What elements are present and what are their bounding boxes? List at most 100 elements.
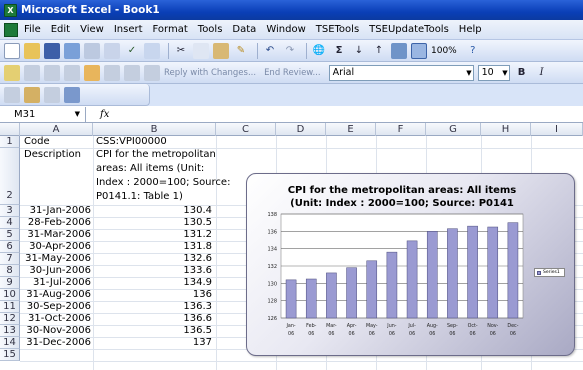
cell-date[interactable]: 31-Aug-2006 <box>21 289 91 301</box>
hyperlink-icon[interactable]: 🌐 <box>311 43 327 59</box>
cell-value[interactable]: 134.9 <box>94 277 212 289</box>
menu-edit[interactable]: Edit <box>51 24 70 35</box>
menu-help[interactable]: Help <box>459 24 482 35</box>
cell-value[interactable]: 136.5 <box>94 325 212 337</box>
cell-value[interactable]: 130.4 <box>94 205 212 217</box>
open-folder-icon[interactable] <box>24 42 40 59</box>
research-icon[interactable] <box>144 42 160 59</box>
menu-insert[interactable]: Insert <box>114 24 143 35</box>
cell-date[interactable]: 30-Jun-2006 <box>21 265 91 277</box>
row-header[interactable]: 15 <box>0 349 20 361</box>
column-header[interactable]: A <box>20 123 93 136</box>
worksheet-grid[interactable]: A B C D E F G H I 1 2 3 4 5 6 7 8 9 10 1… <box>0 123 583 370</box>
chart-wizard-icon[interactable] <box>391 42 407 59</box>
cell-date[interactable]: 28-Feb-2006 <box>21 217 91 229</box>
permission-icon[interactable] <box>64 42 80 59</box>
fill-icon[interactable] <box>24 86 40 103</box>
send-icon[interactable] <box>144 64 160 81</box>
insert-icon[interactable] <box>4 86 20 103</box>
previous-comment-icon[interactable] <box>24 64 40 81</box>
italic-button[interactable]: I <box>534 65 550 81</box>
track-changes-icon[interactable] <box>104 64 120 81</box>
end-review[interactable]: End Review... <box>264 68 321 78</box>
column-header[interactable]: E <box>326 123 376 136</box>
column-header[interactable]: D <box>276 123 326 136</box>
cell-date[interactable]: 31-Oct-2006 <box>21 313 91 325</box>
font-name-select[interactable]: Arial ▼ <box>328 64 474 81</box>
cell-value[interactable]: 131.2 <box>94 229 212 241</box>
column-header[interactable]: H <box>481 123 531 136</box>
new-file-icon[interactable] <box>4 42 20 59</box>
column-header[interactable]: I <box>531 123 583 136</box>
menu-tools[interactable]: Tools <box>198 24 223 35</box>
row-header[interactable]: 12 <box>0 313 20 325</box>
column-header[interactable]: F <box>376 123 426 136</box>
row-header[interactable]: 5 <box>0 229 20 241</box>
cell-value[interactable]: 136.3 <box>94 301 212 313</box>
redo-icon[interactable]: ↷ <box>282 43 298 59</box>
help-icon[interactable]: ? <box>465 43 481 59</box>
column-header[interactable]: C <box>216 123 276 136</box>
chart-legend[interactable]: Series1 <box>534 268 565 277</box>
format-painter-icon[interactable]: ✎ <box>233 43 249 59</box>
embedded-chart[interactable]: CPI for the metropolitan areas: All item… <box>246 173 575 356</box>
cell-date[interactable]: 30-Sep-2006 <box>21 301 91 313</box>
cell-a2[interactable]: Description <box>24 149 81 161</box>
column-header[interactable]: G <box>426 123 481 136</box>
cell-value[interactable]: 136 <box>94 289 212 301</box>
cell-date[interactable]: 31-Dec-2006 <box>21 337 91 349</box>
drawing-icon[interactable] <box>411 42 427 59</box>
menu-data[interactable]: Data <box>232 24 256 35</box>
row-header[interactable]: 6 <box>0 241 20 253</box>
row-header[interactable]: 2 <box>0 148 20 205</box>
row-header[interactable]: 1 <box>0 136 20 148</box>
row-header[interactable]: 13 <box>0 325 20 337</box>
copy-icon[interactable] <box>193 42 209 59</box>
name-box[interactable]: M31 ▼ <box>0 106 86 122</box>
menu-tseupdatetools[interactable]: TSEUpdateTools <box>369 24 449 35</box>
print-preview-icon[interactable] <box>104 42 120 59</box>
row-header[interactable]: 10 <box>0 289 20 301</box>
menu-file[interactable]: File <box>24 24 41 35</box>
cell-a1[interactable]: Code <box>24 136 50 148</box>
bold-button[interactable]: B <box>514 65 530 81</box>
select-all-corner[interactable] <box>0 123 20 136</box>
cell-date[interactable]: 30-Apr-2006 <box>21 241 91 253</box>
cell-date[interactable]: 31-May-2006 <box>21 253 91 265</box>
cell-date[interactable]: 31-Mar-2006 <box>21 229 91 241</box>
macro-icon[interactable] <box>64 86 80 103</box>
cell-b2[interactable]: CPI for the metropolitan areas: All item… <box>96 148 230 204</box>
cell-value[interactable]: 136.6 <box>94 313 212 325</box>
menu-format[interactable]: Format <box>153 24 188 35</box>
sort-ascending-icon[interactable]: ↓ <box>351 43 367 59</box>
cut-icon[interactable]: ✂ <box>173 43 189 59</box>
sort-descending-icon[interactable]: ↑ <box>371 43 387 59</box>
column-header[interactable]: B <box>93 123 216 136</box>
delete-comment-icon[interactable] <box>84 64 100 81</box>
format-icon[interactable] <box>44 86 60 103</box>
comment-icon[interactable] <box>4 64 20 81</box>
row-header[interactable]: 7 <box>0 253 20 265</box>
row-header[interactable]: 11 <box>0 301 20 313</box>
reply-with-changes[interactable]: Reply with Changes... <box>164 68 256 78</box>
cell-b1[interactable]: CSS:VPI00000 <box>96 136 167 148</box>
save-icon[interactable] <box>44 42 60 59</box>
print-icon[interactable] <box>84 42 100 59</box>
row-header[interactable]: 14 <box>0 337 20 349</box>
undo-icon[interactable]: ↶ <box>262 43 278 59</box>
cell-value[interactable]: 137 <box>94 337 212 349</box>
cell-date[interactable]: 31-Jan-2006 <box>21 205 91 217</box>
cell-value[interactable]: 130.5 <box>94 217 212 229</box>
autosum-icon[interactable]: Σ <box>331 43 347 59</box>
font-size-select[interactable]: 10 ▼ <box>477 64 510 81</box>
paste-icon[interactable] <box>213 42 229 59</box>
row-header[interactable]: 8 <box>0 265 20 277</box>
zoom-value[interactable]: 100% <box>431 46 457 56</box>
fx-icon[interactable]: fx <box>100 109 109 120</box>
row-header[interactable]: 9 <box>0 277 20 289</box>
cell-date[interactable]: 30-Nov-2006 <box>21 325 91 337</box>
cell-value[interactable]: 131.8 <box>94 241 212 253</box>
spelling-icon[interactable]: ✓ <box>124 43 140 59</box>
cell-date[interactable]: 31-Jul-2006 <box>21 277 91 289</box>
menu-tsetools[interactable]: TSETools <box>316 24 359 35</box>
